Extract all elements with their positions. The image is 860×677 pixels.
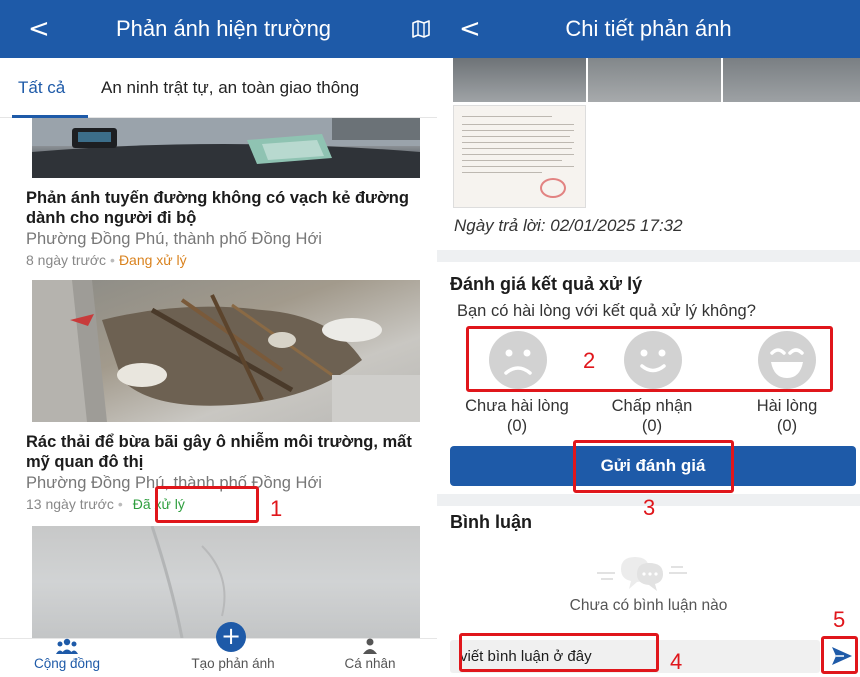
map-icon[interactable] bbox=[411, 19, 431, 39]
feed-title: Phản ánh hiện trường bbox=[115, 16, 332, 41]
post-title[interactable]: Phản ánh tuyến đường không có vạch kẻ đư… bbox=[26, 188, 426, 228]
detail-header: < Chi tiết phản ánh bbox=[437, 0, 860, 58]
feed-header: < Phản ánh hiện trường bbox=[0, 0, 437, 58]
post-time: 8 ngày trước bbox=[26, 252, 107, 268]
nav-profile[interactable]: Cá nhân bbox=[335, 638, 405, 671]
chevron-left-icon[interactable]: < bbox=[28, 14, 50, 44]
category-tabs: Tất cả An ninh trật tự, an toàn giao thô… bbox=[0, 58, 437, 118]
option-label: Hài lòng bbox=[756, 397, 818, 415]
annotation-box-5 bbox=[821, 636, 858, 674]
nav-label: Cá nhân bbox=[344, 656, 396, 671]
section-divider bbox=[437, 250, 860, 262]
annotation-box-2 bbox=[466, 326, 833, 392]
post-title[interactable]: Rác thải để bừa bãi gây ô nhiễm môi trườ… bbox=[26, 432, 426, 472]
screenshot-stage: < Phản ánh hiện trường Tất cả An ninh tr… bbox=[0, 0, 860, 677]
annotation-number-2: 2 bbox=[583, 348, 596, 373]
attachment-thumbnail[interactable] bbox=[723, 58, 860, 102]
post-time: 13 ngày trước bbox=[26, 496, 114, 512]
nav-label: Cộng đồng bbox=[33, 656, 101, 671]
separator-dot: • bbox=[117, 496, 123, 512]
option-count: (0) bbox=[506, 417, 528, 435]
annotation-number-1: 1 bbox=[270, 496, 283, 521]
rating-title: Đánh giá kết quả xử lý bbox=[450, 274, 643, 294]
post-location: Phường Đồng Phú, thành phố Đồng Hới bbox=[26, 230, 322, 248]
annotation-number-3: 3 bbox=[643, 495, 656, 520]
rating-option-satisfied: Hài lòng (0) bbox=[737, 396, 837, 436]
trash-photo bbox=[32, 280, 420, 422]
post-image[interactable] bbox=[32, 118, 420, 178]
option-label: Chấp nhận bbox=[611, 397, 693, 415]
person-icon bbox=[363, 638, 377, 654]
feed-screen: < Phản ánh hiện trường Tất cả An ninh tr… bbox=[0, 0, 437, 677]
community-icon bbox=[56, 638, 78, 654]
annotation-box-4 bbox=[459, 633, 659, 672]
tab-security-traffic[interactable]: An ninh trật tự, an toàn giao thông bbox=[101, 78, 359, 98]
rating-question: Bạn có hài lòng với kết quả xử lý không? bbox=[457, 302, 756, 320]
tab-all[interactable]: Tất cả bbox=[18, 78, 65, 98]
attachment-thumbnail[interactable] bbox=[453, 58, 586, 102]
rating-option-unsatisfied: Chưa hài lòng (0) bbox=[452, 396, 582, 436]
option-label: Chưa hài lòng bbox=[465, 397, 569, 415]
reply-date: Ngày trả lời: 02/01/2025 17:32 bbox=[454, 216, 683, 235]
annotation-box-1 bbox=[155, 486, 259, 523]
stamp-seal bbox=[540, 178, 566, 198]
post-meta: 8 ngày trước • Đang xử lý bbox=[26, 252, 187, 268]
nav-community[interactable]: Cộng đồng bbox=[27, 638, 107, 671]
comments-title: Bình luận bbox=[450, 512, 532, 532]
plus-icon[interactable]: + bbox=[216, 622, 246, 652]
document-thumbnail[interactable] bbox=[453, 105, 586, 208]
detail-title: Chi tiết phản ánh bbox=[565, 16, 732, 41]
dashboard-car-photo bbox=[32, 118, 420, 178]
status-badge: Đang xử lý bbox=[118, 252, 187, 268]
nav-create-report[interactable]: Tạo phản ánh bbox=[178, 656, 288, 671]
option-count: (0) bbox=[641, 417, 663, 435]
chat-bubbles-icon bbox=[597, 557, 687, 591]
annotation-number-5: 5 bbox=[833, 607, 846, 632]
nav-label: Tạo phản ánh bbox=[191, 656, 275, 671]
annotation-box-3 bbox=[573, 440, 734, 493]
rating-option-accept: Chấp nhận (0) bbox=[597, 396, 707, 436]
empty-comments-text: Chưa có bình luận nào bbox=[569, 597, 728, 614]
separator-dot: • bbox=[110, 252, 115, 268]
attachment-thumbnail[interactable] bbox=[588, 58, 721, 102]
annotation-number-4: 4 bbox=[670, 649, 683, 674]
option-count: (0) bbox=[776, 417, 798, 435]
post-image[interactable] bbox=[32, 280, 420, 422]
